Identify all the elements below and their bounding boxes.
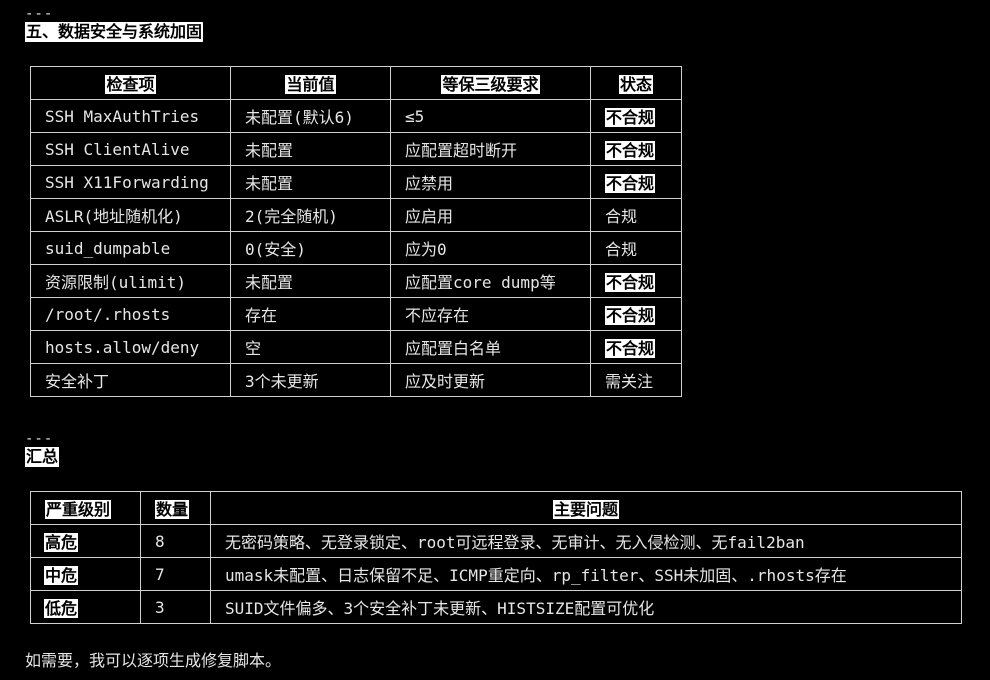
cell-check-item: 安全补丁 [30,363,231,397]
cell-status: 不合规 [590,264,682,298]
status-badge: 不合规 [605,141,656,160]
status-badge: 不合规 [605,108,656,127]
cell-check-item: suid_dumpable [30,231,231,265]
cell-count: 8 [140,524,211,558]
table-row: 高危 8 无密码策略、无登录锁定、root可远程登录、无审计、无入侵检测、无fail… [30,524,962,558]
header-main-issues: 主要问题 [210,491,962,525]
severity-badge: 高危 [44,533,79,552]
table-row: ASLR(地址随机化) 2(完全随机) 应启用 合规 [30,198,682,232]
footer-note: 如需要，我可以逐项生成修复脚本。 [25,651,282,670]
table-row: SSH ClientAlive 未配置 应配置超时断开 不合规 [30,132,682,166]
cell-check-item: 资源限制(ulimit) [30,264,231,298]
cell-check-item: hosts.allow/deny [30,330,231,364]
table-row: 低危 3 SUID文件偏多、3个安全补丁未更新、HISTSIZE配置可优化 [30,590,962,624]
cell-status: 不合规 [590,330,682,364]
cell-severity: 高危 [30,524,141,558]
header-current-value: 当前值 [230,66,391,100]
section-heading-summary: 汇总 [25,447,60,467]
table-row: SSH X11Forwarding 未配置 应禁用 不合规 [30,165,682,199]
summary-table: 严重级别 数量 主要问题 高危 8 无密码策略、无登录锁定、root可远程登录、无审… [30,491,962,624]
cell-current-value: 3个未更新 [230,363,391,397]
cell-current-value: 0(安全) [230,231,391,265]
severity-badge: 中危 [44,566,79,585]
table-row: 中危 7 umask未配置、日志保留不足、ICMP重定向、rp_filter、SSH… [30,557,962,591]
status-badge: 不合规 [605,174,656,193]
cell-check-item: SSH ClientAlive [30,132,231,166]
section-heading-security-hardening: 五、数据安全与系统加固 [25,22,204,42]
status-badge: 不合规 [605,273,656,292]
table-row: SSH MaxAuthTries 未配置(默认6) ≤5 不合规 [30,99,682,133]
header-status: 状态 [590,66,682,100]
header-count: 数量 [140,491,211,525]
cell-requirement: 应启用 [390,198,591,232]
cell-check-item: /root/.rhosts [30,297,231,331]
header-requirement: 等保三级要求 [390,66,591,100]
cell-current-value: 未配置(默认6) [230,99,391,133]
cell-requirement: 应配置白名单 [390,330,591,364]
cell-requirement: 应配置core dump等 [390,264,591,298]
cell-current-value: 2(完全随机) [230,198,391,232]
security-check-table: 检查项 当前值 等保三级要求 状态 SSH MaxAuthTries 未配置(默认… [30,66,682,397]
cell-requirement: 应为0 [390,231,591,265]
cell-check-item: SSH MaxAuthTries [30,99,231,133]
cell-severity: 低危 [30,590,141,624]
cell-count: 3 [140,590,211,624]
table-header-row: 检查项 当前值 等保三级要求 状态 [30,66,682,100]
cell-check-item: SSH X11Forwarding [30,165,231,199]
status-badge: 不合规 [605,339,656,358]
cell-current-value: 未配置 [230,132,391,166]
cell-count: 7 [140,557,211,591]
status-badge: 不合规 [605,306,656,325]
cell-current-value: 空 [230,330,391,364]
header-check-item: 检查项 [30,66,231,100]
cell-status: 需关注 [590,363,682,397]
cell-status: 不合规 [590,132,682,166]
table-header-row: 严重级别 数量 主要问题 [30,491,962,525]
cell-status: 不合规 [590,165,682,199]
cell-current-value: 存在 [230,297,391,331]
separator-top: --- [25,6,54,22]
cell-status: 不合规 [590,297,682,331]
severity-badge: 低危 [44,599,79,618]
table-row: hosts.allow/deny 空应配置白名单 不合规 [30,330,682,364]
cell-severity: 中危 [30,557,141,591]
cell-requirement: ≤5 [390,99,591,133]
table-row: 安全补丁 3个未更新 应及时更新 需关注 [30,363,682,397]
header-severity: 严重级别 [30,491,141,525]
table-row: /root/.rhosts 存在 不应存在 不合规 [30,297,682,331]
cell-main-issues: 无密码策略、无登录锁定、root可远程登录、无审计、无入侵检测、无fail2ba… [210,524,962,558]
cell-status: 不合规 [590,99,682,133]
cell-requirement: 不应存在 [390,297,591,331]
cell-current-value: 未配置 [230,264,391,298]
cell-main-issues: umask未配置、日志保留不足、ICMP重定向、rp_filter、SSH未加固… [210,557,962,591]
table-row: suid_dumpable 0(安全) 应为0 合规 [30,231,682,265]
cell-current-value: 未配置 [230,165,391,199]
cell-requirement: 应禁用 [390,165,591,199]
cell-requirement: 应及时更新 [390,363,591,397]
table-row: 资源限制(ulimit) 未配置 应配置core dump等 不合规 [30,264,682,298]
cell-status: 合规 [590,231,682,265]
cell-main-issues: SUID文件偏多、3个安全补丁未更新、HISTSIZE配置可优化 [210,590,962,624]
separator-middle: --- [25,431,54,447]
cell-check-item: ASLR(地址随机化) [30,198,231,232]
cell-requirement: 应配置超时断开 [390,132,591,166]
cell-status: 合规 [590,198,682,232]
